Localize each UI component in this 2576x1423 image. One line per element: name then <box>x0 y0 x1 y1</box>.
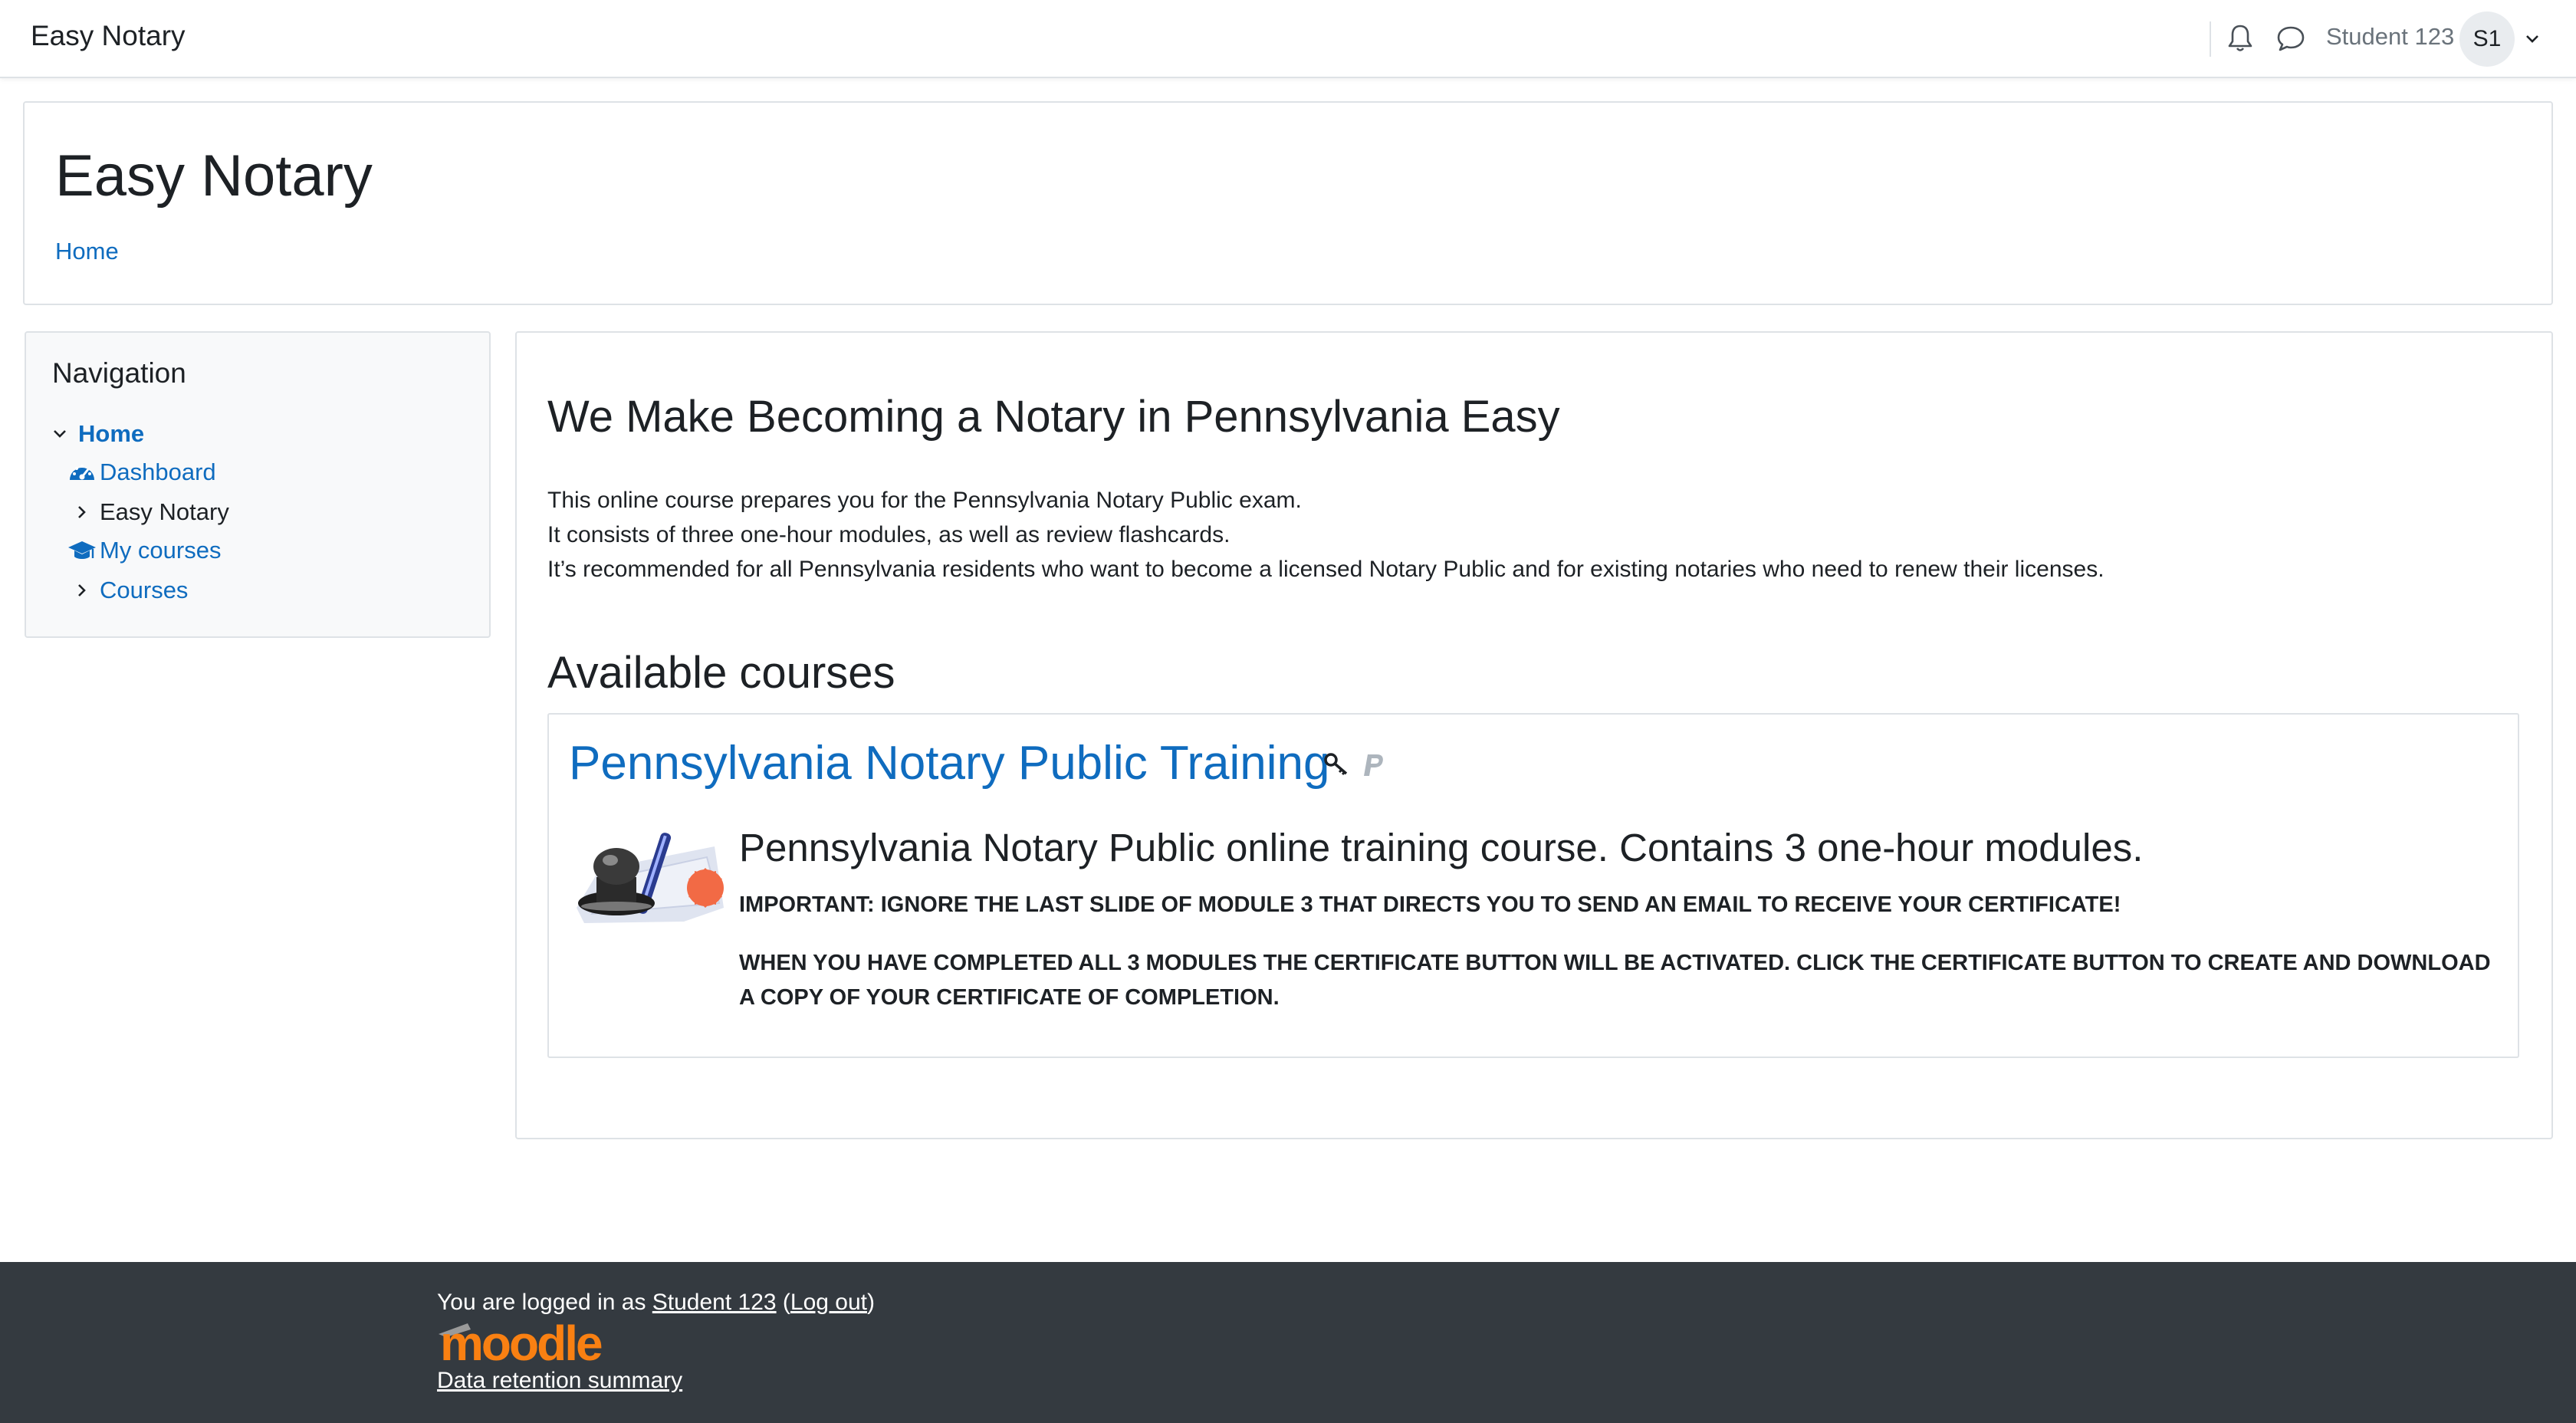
site-summary-heading: We Make Becoming a Notary in Pennsylvani… <box>547 392 1560 442</box>
footer-user-link[interactable]: Student 123 <box>652 1290 777 1315</box>
page-footer: You are logged in as Student 123 (Log ou… <box>0 1262 2576 1423</box>
nav-item-my-courses[interactable]: My courses <box>67 537 221 564</box>
dashboard-gauge-icon <box>70 465 94 480</box>
login-info: You are logged in as Student 123 (Log ou… <box>437 1290 875 1316</box>
chevron-down-icon[interactable] <box>2524 31 2541 48</box>
course-image <box>569 823 724 926</box>
chat-bubble-icon[interactable] <box>2275 23 2306 54</box>
page-header: Easy Notary Home <box>23 101 2553 305</box>
navigation-block-title: Navigation <box>52 357 186 389</box>
login-info-paren: ( <box>776 1290 790 1315</box>
login-info-paren: ) <box>867 1290 876 1315</box>
nav-item-label[interactable]: Home <box>78 420 144 448</box>
data-retention-link[interactable]: Data retention summary <box>437 1368 682 1394</box>
avatar[interactable]: S1 <box>2459 12 2515 67</box>
nav-item-dashboard[interactable]: Dashboard <box>67 458 216 486</box>
course-title-link[interactable]: Pennsylvania Notary Public Training <box>569 736 1330 790</box>
course-important-note: IMPORTANT: IGNORE THE LAST SLIDE OF MODU… <box>739 892 2121 917</box>
user-name[interactable]: Student 123 <box>2326 23 2454 51</box>
nav-item-label[interactable]: Courses <box>100 577 188 604</box>
bell-icon[interactable] <box>2226 23 2254 54</box>
nav-item-courses[interactable]: Courses <box>74 577 188 604</box>
main-content: We Make Becoming a Notary in Pennsylvani… <box>515 331 2553 1139</box>
moodle-logo[interactable]: moodle <box>437 1317 610 1363</box>
summary-line: This online course prepares you for the … <box>547 488 1302 513</box>
key-icon <box>1324 753 1348 776</box>
breadcrumb-home[interactable]: Home <box>55 238 119 265</box>
course-completion-note: WHEN YOU HAVE COMPLETED ALL 3 MODULES TH… <box>739 951 2491 1010</box>
graduation-cap-icon <box>68 541 96 559</box>
chevron-down-icon <box>54 430 66 438</box>
nav-item-label[interactable]: Dashboard <box>100 458 216 486</box>
navigation-block: Navigation Home Dashboard Easy Notary My… <box>25 331 491 638</box>
nav-item-label[interactable]: My courses <box>100 537 221 564</box>
summary-line: It consists of three one-hour modules, a… <box>547 522 1230 547</box>
nav-item-label[interactable]: Easy Notary <box>100 498 229 526</box>
paypal-icon <box>1364 754 1383 776</box>
chevron-right-icon <box>78 584 86 596</box>
chevron-right-icon <box>78 506 86 518</box>
notary-stamp-image <box>569 823 724 926</box>
login-info-prefix: You are logged in as <box>437 1290 652 1315</box>
course-card: Pennsylvania Notary Public Training Penn… <box>547 713 2519 1058</box>
page-title: Easy Notary <box>55 143 373 209</box>
available-courses-heading: Available courses <box>547 648 895 698</box>
course-summary-title: Pennsylvania Notary Public online traini… <box>739 826 2144 869</box>
nav-item-easy-notary[interactable]: Easy Notary <box>74 498 229 526</box>
logout-link[interactable]: Log out <box>790 1290 867 1315</box>
top-navbar: Easy Notary Student 123 S1 <box>0 0 2576 78</box>
nav-item-home[interactable]: Home <box>52 420 144 448</box>
navbar-divider <box>2210 21 2211 57</box>
summary-line: It’s recommended for all Pennsylvania re… <box>547 557 2104 582</box>
site-summary-text: This online course prepares you for the … <box>547 483 2104 587</box>
moodle-logo-text: moodle <box>440 1317 602 1363</box>
site-brand[interactable]: Easy Notary <box>31 20 186 52</box>
